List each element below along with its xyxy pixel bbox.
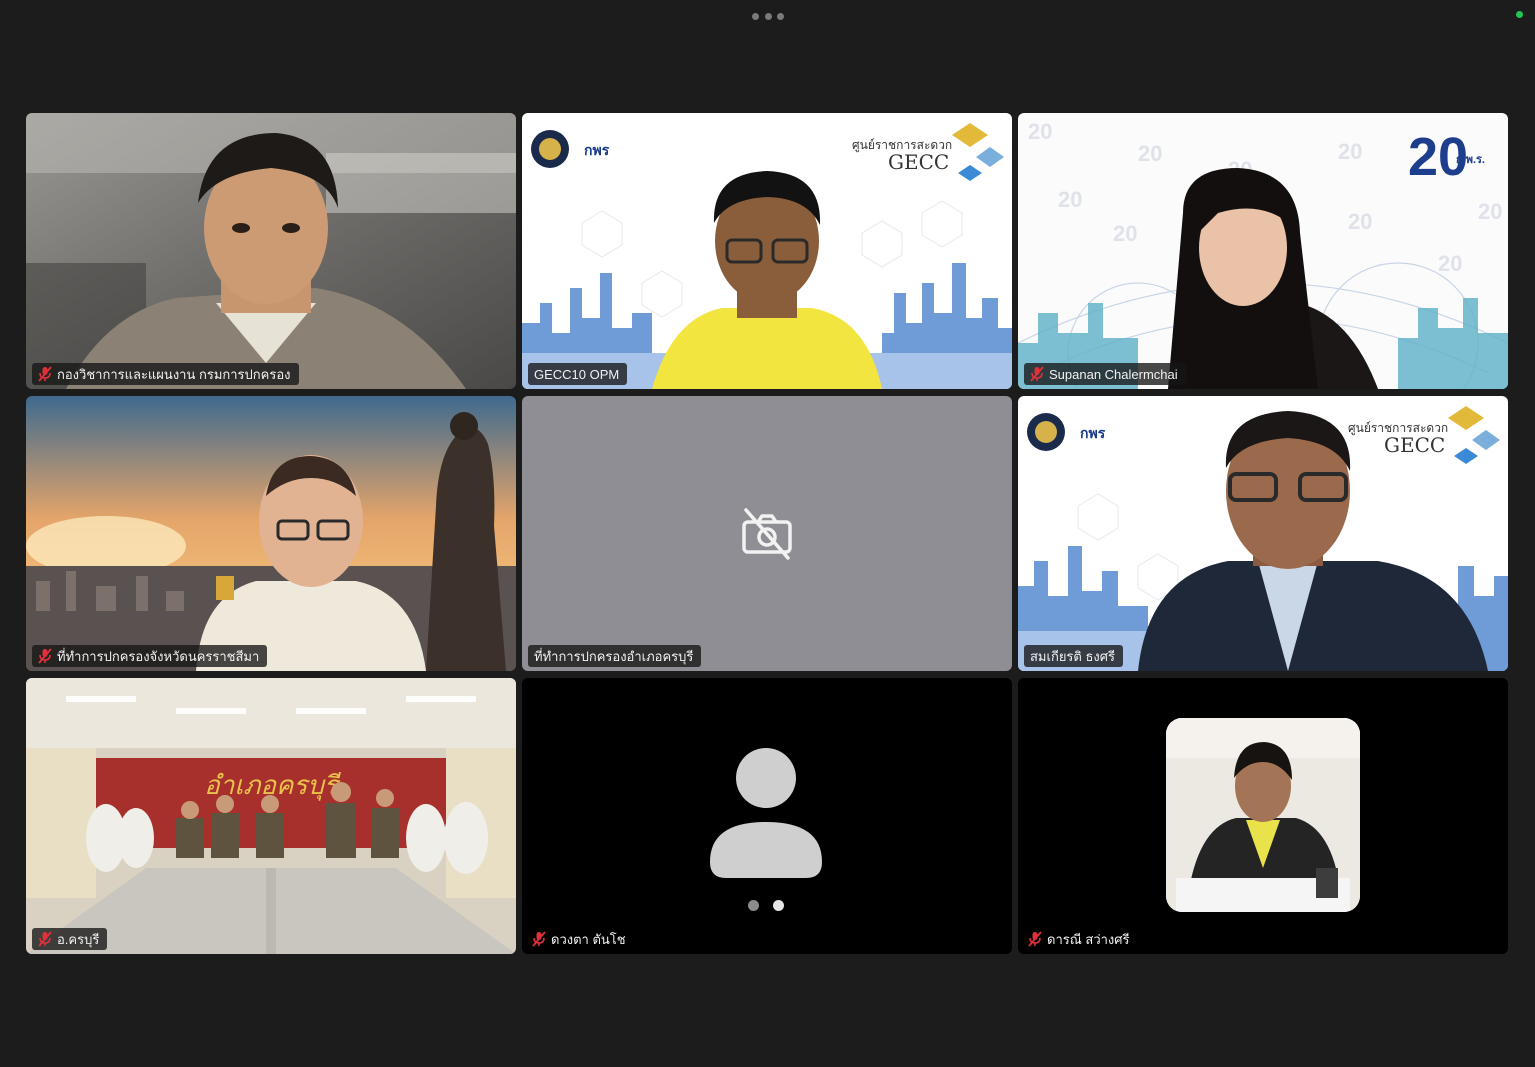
svg-text:ก.พ.ร.: ก.พ.ร. <box>1456 154 1485 166</box>
video-tile-8[interactable]: ดวงตา ตันโช <box>522 678 1012 954</box>
connection-status-icon <box>1516 11 1523 18</box>
video-tile-4[interactable]: ที่ทำการปกครองจังหวัดนครราชสีมา <box>26 396 516 671</box>
video-tile-1[interactable]: กองวิชาการและแผนงาน กรมการปกครอง <box>26 113 516 389</box>
mic-muted-icon <box>38 366 52 382</box>
participant-name: GECC10 OPM <box>534 366 620 382</box>
participant-nameplate: GECC10 OPM <box>528 363 628 385</box>
participant-nameplate: ดวงตา ตันโช <box>526 928 634 950</box>
video-tile-5[interactable]: ที่ทำการปกครองอำเภอครบุรี <box>522 396 1012 671</box>
svg-text:20: 20 <box>1058 187 1082 212</box>
participant-name: ดารณี สว่างศรี <box>1047 931 1130 947</box>
menu-dot <box>777 12 784 20</box>
participant-video <box>1166 718 1360 912</box>
participant-video: กพร ศูนย์ราชการสะดวก GECC <box>522 113 1012 389</box>
svg-text:GECC: GECC <box>1384 433 1445 457</box>
more-options-icon[interactable] <box>752 11 784 21</box>
svg-text:20: 20 <box>1478 199 1502 224</box>
participant-nameplate: อ.ครบุรี <box>32 928 108 950</box>
participant-name: Supanan Chalermchai <box>1049 366 1178 382</box>
org-logo-text: กพร <box>584 142 610 158</box>
participant-video <box>26 396 516 671</box>
svg-text:20: 20 <box>1338 139 1362 164</box>
loading-dot <box>773 900 784 911</box>
participant-video: กพร ศูนย์ราชการสะดวก GECC <box>1018 396 1508 671</box>
svg-text:20: 20 <box>1113 221 1137 246</box>
participant-nameplate: Supanan Chalermchai <box>1024 363 1186 385</box>
menu-dot <box>764 12 772 20</box>
participant-nameplate: กองวิชาการและแผนงาน กรมการปกครอง <box>32 363 299 385</box>
video-tile-6[interactable]: กพร ศูนย์ราชการสะดวก GECC สมเกียรติ ธงศร… <box>1018 396 1508 671</box>
mic-muted-icon <box>1028 931 1042 947</box>
video-tile-3[interactable]: 202020 202020 202020 20 ก.พ.ร. Supanan C… <box>1018 113 1508 389</box>
participant-name: ที่ทำการปกครองจังหวัดนครราชสีมา <box>57 648 260 664</box>
participant-video: อำเภอครบุรี <box>26 678 516 954</box>
svg-text:20: 20 <box>1138 141 1162 166</box>
user-avatar-icon <box>710 748 822 878</box>
participant-name: สมเกียรติ ธงศรี <box>1030 648 1115 664</box>
mic-muted-icon <box>38 931 52 947</box>
participant-video: 202020 202020 202020 20 ก.พ.ร. <box>1018 113 1508 389</box>
participant-name: ดวงตา ตันโช <box>551 931 626 947</box>
mic-muted-icon <box>532 931 546 947</box>
video-tile-9[interactable]: ดารณี สว่างศรี <box>1018 678 1508 954</box>
svg-text:20: 20 <box>1348 209 1372 234</box>
loading-dot <box>748 900 759 911</box>
svg-text:20: 20 <box>1438 251 1462 276</box>
camera-off-icon <box>742 508 792 560</box>
participant-video <box>26 113 516 389</box>
mic-muted-icon <box>1030 366 1044 382</box>
svg-text:กพร: กพร <box>1080 425 1106 441</box>
svg-text:20: 20 <box>1028 119 1052 144</box>
video-tile-2[interactable]: กพร ศูนย์ราชการสะดวก GECC GECC10 OPM <box>522 113 1012 389</box>
participant-nameplate: ดารณี สว่างศรี <box>1022 928 1138 950</box>
participant-name: ที่ทำการปกครองอำเภอครบุรี <box>534 648 694 664</box>
participant-nameplate: ที่ทำการปกครองอำเภอครบุรี <box>528 645 702 667</box>
participant-name: อ.ครบุรี <box>57 931 100 947</box>
participant-name: กองวิชาการและแผนงาน กรมการปกครอง <box>57 366 291 382</box>
loading-indicator <box>748 900 784 911</box>
participant-nameplate: สมเกียรติ ธงศรี <box>1024 645 1123 667</box>
video-tile-7[interactable]: อำเภอครบุรี อ.ครบุรี <box>26 678 516 954</box>
svg-text:GECC: GECC <box>888 150 949 174</box>
video-gallery: กองวิชาการและแผนงาน กรมการปกครอง กพร ศูน… <box>26 113 1509 954</box>
mic-muted-icon <box>38 648 52 664</box>
participant-nameplate: ที่ทำการปกครองจังหวัดนครราชสีมา <box>32 645 268 667</box>
menu-dot <box>752 12 759 20</box>
